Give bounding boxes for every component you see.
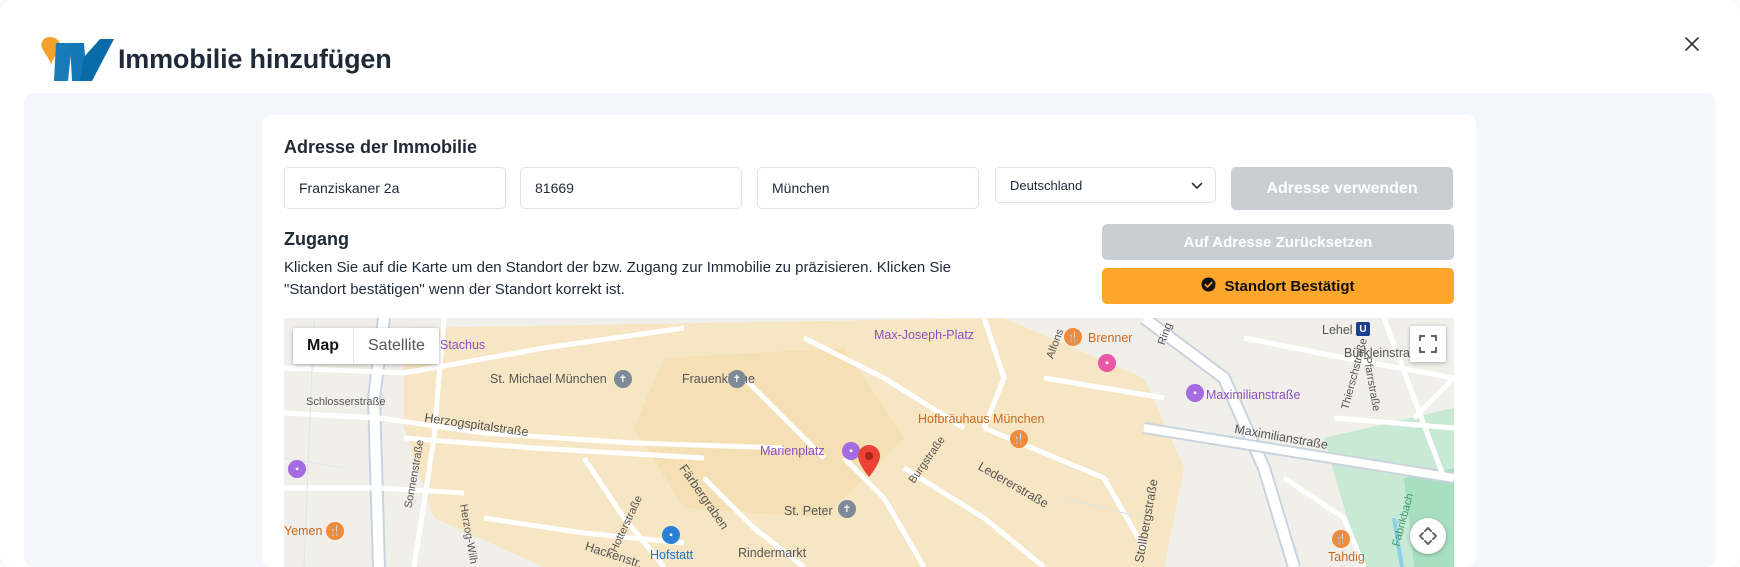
map-label-hofbraeuhaus: Hofbräuhaus München [918,412,1045,426]
add-property-modal: Immobilie hinzufügen Adresse der Immobil… [0,0,1740,567]
confirm-location-button[interactable]: Standort Bestätigt [1102,268,1454,304]
fullscreen-icon[interactable] [1410,326,1446,362]
map-label-schlosser: Schlosserstraße [306,396,386,408]
close-icon[interactable] [1680,32,1704,56]
restaurant-icon: 🍴 [1332,530,1350,548]
restaurant-icon: 🍴 [326,522,344,540]
brand-logo [40,35,116,83]
map-label-rindermarkt: Rindermarkt [738,546,807,560]
check-circle-icon [1201,276,1217,296]
access-description: Klicken Sie auf die Karte um den Standor… [284,257,1004,301]
map-label-max-joseph: Max-Joseph-Platz [874,328,975,342]
reset-to-address-button[interactable]: Auf Adresse Zurücksetzen [1102,224,1454,260]
city-input[interactable] [757,167,979,209]
country-select[interactable]: Deutschland [995,167,1216,203]
pan-control-icon[interactable] [1410,518,1446,554]
map-type-satellite-button[interactable]: Satellite [354,328,439,364]
church-icon: ✝ [614,370,632,388]
transit-icon: ▪ [288,460,306,478]
access-heading: Zugang [284,229,349,249]
country-select-value: Deutschland [1010,177,1083,193]
chevron-down-icon [1191,178,1203,193]
location-map[interactable]: Stachus ▪ Max-Joseph-Platz 🍴 Brenner Leh… [284,318,1454,567]
map-label-st-peter: St. Peter [784,504,833,518]
map-label-st-michael: St. Michael München [490,372,607,386]
street-input[interactable] [284,167,506,209]
church-icon: ✝ [838,500,856,518]
map-label-lehel: Lehel [1322,323,1353,337]
shopping-icon: ▪ [662,526,680,544]
map-label-yemen: Yemen [284,524,323,538]
restaurant-icon: 🍴 [1010,430,1028,448]
map-label-hofstatt: Hofstatt [650,548,694,562]
cinema-icon: ▪ [1098,354,1116,372]
modal-header: Immobilie hinzufügen [40,34,392,84]
map-label-maximilianstrasse-poi: Maximilianstraße [1206,388,1301,402]
map-label-brenner: Brenner [1088,331,1133,345]
transit-icon: ▪ [1186,384,1204,402]
map-label-stachus: Stachus [440,338,486,352]
map-label-marienplatz: Marienplatz [760,444,825,458]
location-pin-icon[interactable] [858,445,880,482]
church-icon: ✝ [728,370,746,388]
map-type-map-button[interactable]: Map [293,328,354,364]
ubahn-badge-icon: U [1356,322,1370,336]
modal-title: Immobilie hinzufügen [118,43,392,74]
address-heading: Adresse der Immobilie [284,137,478,157]
access-description-line1: Klicken Sie auf die Karte um den Standor… [284,259,952,276]
restaurant-icon: 🍴 [1064,328,1082,346]
map-label-tahdig: Tahdig [1328,550,1365,564]
zip-input[interactable] [520,167,742,209]
map-type-control: Map Satellite [293,328,439,364]
access-description-line2: "Standort bestätigen" wenn der Standort … [284,281,625,298]
confirm-location-label: Standort Bestätigt [1224,277,1355,295]
use-address-button[interactable]: Adresse verwenden [1231,167,1453,210]
